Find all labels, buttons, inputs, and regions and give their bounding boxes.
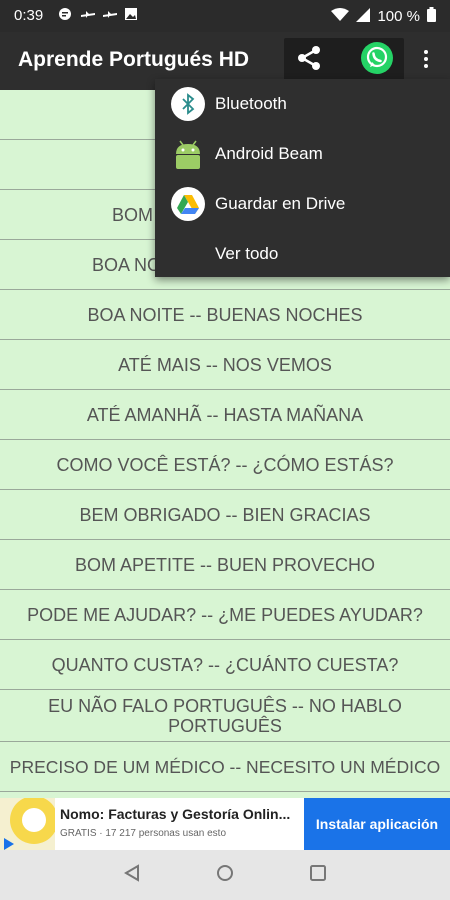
install-button[interactable]: Instalar aplicación (304, 798, 450, 850)
menu-item-label: Android Beam (215, 144, 323, 163)
list-item[interactable]: QUANTO CUSTA? -- ¿CUÁNTO CUESTA? (0, 640, 450, 690)
recents-icon (309, 864, 327, 887)
list-item[interactable]: COMO VOCÊ ESTÁ? -- ¿CÓMO ESTÁS? (0, 440, 450, 490)
status-bar: 0:39 100 % (0, 0, 450, 32)
whatsapp-button[interactable] (358, 41, 396, 79)
list-item[interactable]: BEM OBRIGADO -- BIEN GRACIAS (0, 490, 450, 540)
list-item[interactable]: BOM APETITE -- BUEN PROVECHO (0, 540, 450, 590)
battery-text: 100 % (377, 8, 420, 25)
bluetooth-icon (171, 87, 205, 121)
wifi-icon (331, 7, 350, 26)
ad-banner[interactable]: Nomo: Facturas y Gestoría Onlin... GRATI… (0, 798, 450, 850)
notification-icons (58, 7, 138, 21)
ad-app-subtitle: GRATIS · 17 217 personas usan esto (60, 828, 227, 839)
share-actions (284, 38, 404, 82)
chat-icon (58, 7, 72, 21)
menu-item-label: Bluetooth (215, 94, 287, 113)
system-nav-bar (0, 850, 450, 900)
more-vert-icon (423, 49, 429, 74)
share-button[interactable] (290, 42, 328, 78)
menu-item-guardar-drive[interactable]: Guardar en Drive (155, 179, 450, 229)
menu-item-ver-todo[interactable]: Ver todo (155, 229, 450, 279)
menu-item-label: Ver todo (215, 244, 279, 263)
app-title: Aprende Portugués HD (18, 48, 250, 71)
drive-icon (171, 187, 205, 221)
back-button[interactable] (121, 863, 143, 887)
status-time: 0:39 (14, 7, 44, 24)
home-icon (216, 864, 234, 887)
signal-icon (356, 7, 371, 26)
share-icon (295, 44, 323, 77)
menu-item-android-beam[interactable]: Android Beam (155, 129, 450, 179)
plane-icon (80, 7, 95, 21)
ad-app-name: Nomo: Facturas y Gestoría Onlin... (60, 806, 291, 822)
status-right: 100 % (331, 7, 436, 26)
android-icon (171, 137, 205, 171)
menu-item-label: Guardar en Drive (215, 194, 346, 213)
list-item[interactable]: BOA NOITE -- BUENAS NOCHES (0, 290, 450, 340)
home-button[interactable] (214, 864, 236, 886)
menu-item-bluetooth[interactable]: Bluetooth (155, 79, 450, 129)
whatsapp-icon (360, 41, 394, 80)
battery-icon (427, 7, 436, 26)
ad-app-logo (0, 798, 55, 850)
overflow-menu-button[interactable] (416, 46, 436, 76)
back-icon (123, 863, 141, 887)
share-popup-menu: Bluetooth Android Beam Guardar en Drive … (155, 79, 450, 277)
plane-icon (102, 7, 117, 21)
list-item[interactable]: PRECISO DE UM MÉDICO -- NECESITO UN MÉDI… (0, 742, 450, 792)
photo-icon (124, 7, 138, 21)
list-item[interactable]: EU NÃO FALO PORTUGUÊS -- NO HABLO PORTUG… (0, 690, 450, 742)
list-item[interactable]: ATÉ AMANHÃ -- HASTA MAÑANA (0, 390, 450, 440)
list-item[interactable]: PODE ME AJUDAR? -- ¿ME PUEDES AYUDAR? (0, 590, 450, 640)
recents-button[interactable] (307, 864, 329, 886)
list-item[interactable]: ATÉ MAIS -- NOS VEMOS (0, 340, 450, 390)
